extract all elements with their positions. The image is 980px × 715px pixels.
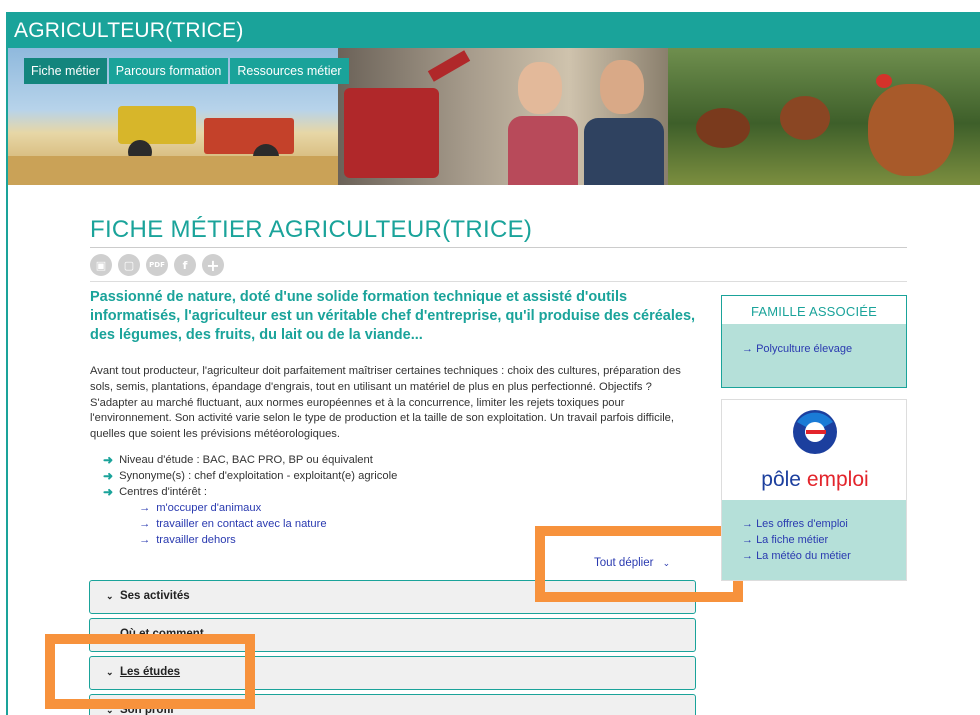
highlight-box-etudes (45, 634, 255, 709)
section-tabs: Fiche métier Parcours formation Ressourc… (24, 58, 349, 84)
famille-link-label: Polyculture élevage (756, 343, 853, 355)
interests-list: → m'occuper d'animaux → travailler en cont… (139, 500, 397, 548)
pole-link-label: Les offres d'emploi (756, 518, 848, 530)
plus-icon[interactable]: + (202, 254, 224, 276)
fact-niveau-text: Niveau d'étude : BAC, BAC PRO, BP ou équ… (119, 454, 373, 466)
heading-divider (90, 247, 907, 248)
toolbar-divider (90, 281, 907, 282)
interest-link[interactable]: → travailler en contact avec la nature (139, 516, 397, 532)
arrow-icon: ➜ (103, 485, 114, 499)
document-icon[interactable]: ▢ (118, 254, 140, 276)
pole-link-meteo[interactable]: → La météo du métier (742, 548, 906, 564)
fact-synonymes-text: Synonyme(s) : chef d'exploitation - expl… (119, 470, 398, 482)
main-heading: FICHE MÉTIER AGRICULTEUR(TRICE) (90, 216, 533, 243)
interest-label: travailler en contact avec la nature (156, 518, 327, 530)
small-arrow-icon: → (742, 343, 753, 355)
title-bar: AGRICULTEUR(TRICE) (8, 12, 980, 48)
famille-title: FAMILLE ASSOCIÉE (722, 296, 906, 324)
tab-parcours-formation[interactable]: Parcours formation (108, 58, 229, 84)
small-arrow-icon: → (139, 518, 151, 530)
description-paragraph: Avant tout producteur, l'agriculteur doi… (90, 365, 681, 441)
interest-label: m'occuper d'animaux (156, 502, 262, 514)
pole-emploi-logo[interactable]: pôle emploi (722, 400, 906, 500)
highlight-box-expand (535, 526, 743, 602)
print-icon[interactable]: ▣ (90, 254, 112, 276)
fact-niveau: ➜ Niveau d'étude : BAC, BAC PRO, BP ou éq… (103, 452, 397, 468)
banner-hens-image (668, 48, 980, 185)
pole-link-label: La fiche métier (756, 534, 829, 546)
accordion-label: Ses activités (119, 590, 190, 602)
small-arrow-icon: → (742, 550, 753, 562)
interest-link[interactable]: → travailler dehors (139, 532, 397, 548)
lead-paragraph: Passionné de nature, doté d'une solide f… (90, 289, 696, 343)
famille-link[interactable]: → Polyculture élevage (722, 324, 906, 357)
small-arrow-icon: → (742, 518, 753, 530)
tab-ressources-metier[interactable]: Ressources métier (230, 58, 349, 84)
pole-emploi-links: → Les offres d'emploi → La fiche métier … (722, 500, 906, 564)
share-toolbar: ▣ ▢ PDF f + (90, 254, 224, 276)
interest-label: travailler dehors (156, 534, 236, 546)
interest-link[interactable]: → m'occuper d'animaux (139, 500, 397, 516)
small-arrow-icon: → (139, 534, 151, 546)
small-arrow-icon: → (139, 502, 151, 514)
pdf-icon[interactable]: PDF (146, 254, 168, 276)
small-arrow-icon: → (742, 534, 753, 546)
pole-link-fiche[interactable]: → La fiche métier (742, 532, 906, 548)
chevron-down-icon: ⌄ (106, 591, 114, 601)
brand-a: pôle (761, 468, 801, 491)
tab-fiche-metier[interactable]: Fiche métier (24, 58, 107, 84)
facebook-icon[interactable]: f (174, 254, 196, 276)
brand-b: emploi (806, 468, 869, 491)
pole-link-label: La météo du métier (756, 550, 851, 562)
famille-associee-panel: FAMILLE ASSOCIÉE → Polyculture élevage (721, 295, 907, 388)
pole-link-offres[interactable]: → Les offres d'emploi (742, 516, 906, 532)
banner-farmers-image (338, 48, 668, 185)
fact-centres: ➜ Centres d'intérêt : (103, 484, 397, 500)
page-title: AGRICULTEUR(TRICE) (14, 19, 244, 42)
arrow-icon: ➜ (103, 469, 114, 483)
arrow-icon: ➜ (103, 453, 114, 467)
fact-synonymes: ➜ Synonyme(s) : chef d'exploitation - exp… (103, 468, 397, 484)
fact-centres-text: Centres d'intérêt : (119, 486, 208, 498)
pole-emploi-panel: pôle emploi → Les offres d'emploi → La f… (721, 399, 907, 581)
key-facts-list: ➜ Niveau d'étude : BAC, BAC PRO, BP ou éq… (103, 452, 397, 548)
pole-emploi-wordmark: pôle emploi (722, 468, 908, 492)
